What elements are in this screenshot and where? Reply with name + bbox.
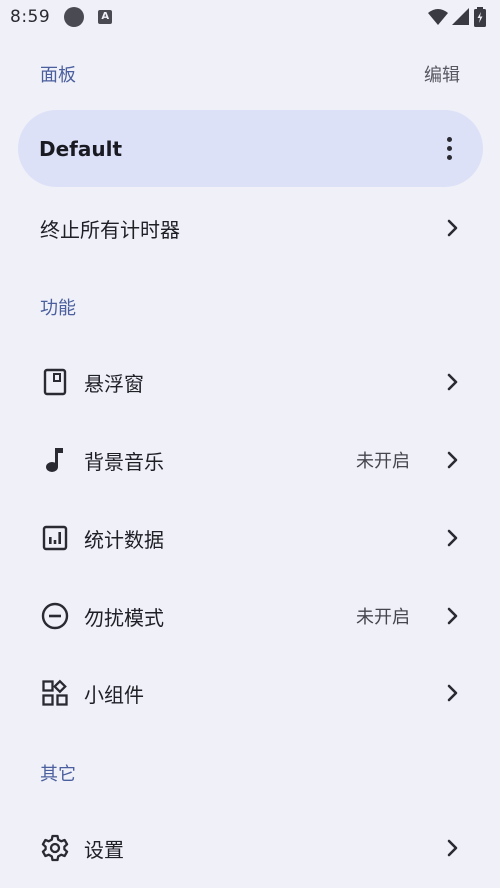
battery-icon (474, 7, 486, 27)
app-notification-icon: A (98, 10, 113, 24)
stop-all-timers-row[interactable]: 终止所有计时器 (0, 190, 500, 266)
floating-window-label: 悬浮窗 (84, 371, 144, 396)
stop-all-timers-label: 终止所有计时器 (40, 217, 180, 242)
settings-row[interactable]: 设置 (0, 810, 500, 886)
music-note-icon (40, 445, 70, 475)
chevron-right-icon (444, 683, 460, 703)
chevron-right-icon (444, 218, 460, 238)
background-music-status: 未开启 (356, 451, 410, 472)
signal-icon (452, 8, 469, 25)
app-notification-badge: A (101, 11, 110, 22)
background-music-label: 背景音乐 (84, 449, 164, 474)
widgets-label: 小组件 (84, 682, 144, 707)
statistics-row[interactable]: 统计数据 (0, 500, 500, 576)
default-panel-card[interactable]: Default (18, 110, 483, 187)
chevron-right-icon (444, 372, 460, 392)
background-music-row[interactable]: 背景音乐 未开启 (0, 422, 500, 498)
edit-button[interactable]: 编辑 (424, 61, 460, 87)
widgets-row[interactable]: 小组件 (0, 655, 500, 731)
floating-window-icon (40, 367, 70, 397)
status-time: 8:59 (10, 7, 51, 27)
notification-dot-icon (64, 7, 85, 27)
floating-window-row[interactable]: 悬浮窗 (0, 344, 500, 420)
settings-label: 设置 (84, 837, 124, 862)
do-not-disturb-row[interactable]: 勿扰模式 未开启 (0, 578, 500, 654)
features-section-header: 功能 (40, 298, 76, 319)
wifi-icon (428, 9, 448, 25)
other-section-header: 其它 (40, 764, 76, 785)
panel-section-header: 面板 (40, 65, 76, 86)
chevron-right-icon (444, 528, 460, 548)
do-not-disturb-label: 勿扰模式 (84, 605, 164, 630)
do-not-disturb-icon (40, 601, 70, 631)
panel-card-title: Default (39, 136, 123, 161)
chevron-right-icon (444, 838, 460, 858)
status-bar: 8:59 A (0, 0, 500, 34)
more-options-icon[interactable] (439, 135, 459, 163)
widgets-icon (40, 678, 70, 708)
statistics-icon (40, 523, 70, 553)
gear-icon (40, 833, 70, 863)
chevron-right-icon (444, 450, 460, 470)
do-not-disturb-status: 未开启 (356, 607, 410, 628)
statistics-label: 统计数据 (84, 527, 164, 552)
chevron-right-icon (444, 606, 460, 626)
